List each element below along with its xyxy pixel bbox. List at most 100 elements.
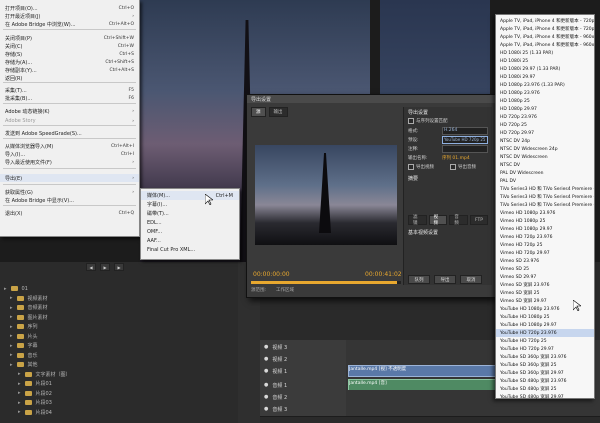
queue-button[interactable]: 队列: [408, 275, 430, 284]
expand-chevron-icon[interactable]: ▸: [10, 314, 13, 320]
file-menu-item[interactable]: 从媒体浏览器导入(M) Ctrl+Alt+I: [0, 142, 139, 150]
preset-option[interactable]: Vimeo SD 23.976: [496, 257, 594, 265]
preset-option[interactable]: YouTube SD 360p 宽屏 25: [496, 361, 594, 369]
project-item[interactable]: ▸ 图片素材: [10, 313, 48, 322]
preset-option[interactable]: Vimeo SD 宽屏 23.976: [496, 281, 594, 289]
preset-option[interactable]: HD 1080p 25: [496, 97, 594, 105]
preset-option[interactable]: NTSC DV: [496, 161, 594, 169]
file-menu-item[interactable]: 导入(I)... Ctrl+I: [0, 150, 139, 158]
preset-option[interactable]: YouTube SD 480p 宽屏 25: [496, 385, 594, 393]
preset-option[interactable]: YouTube HD 1080p 29.97: [496, 321, 594, 329]
file-menu-item[interactable]: 发送到 Adobe SpeedGrade(S)...: [0, 129, 139, 137]
export-submenu-item[interactable]: Final Cut Pro XML...: [141, 245, 239, 254]
export-submenu-item[interactable]: EDL...: [141, 218, 239, 227]
preset-option[interactable]: HD 720p 29.97: [496, 129, 594, 137]
preset-option[interactable]: YouTube SD 360p 宽屏 29.97: [496, 369, 594, 377]
expand-chevron-icon[interactable]: ▸: [10, 343, 13, 349]
expand-chevron-icon[interactable]: ▸: [10, 324, 13, 330]
export-video-checkbox[interactable]: [408, 164, 414, 170]
file-menu-item[interactable]: 关闭(C) Ctrl+W: [0, 42, 139, 50]
file-menu-item[interactable]: 导入最近使用文件(F) ›: [0, 158, 139, 166]
expand-chevron-icon[interactable]: ▸: [18, 400, 21, 406]
file-menu-item[interactable]: 关闭项目(P) Ctrl+Shift+W: [0, 34, 139, 42]
expand-chevron-icon[interactable]: ▸: [18, 371, 21, 377]
export-button[interactable]: 导出: [434, 275, 456, 284]
preset-option[interactable]: Apple TV, iPad, iPhone 4 和更新版本 - 720p 25: [496, 17, 594, 25]
project-item[interactable]: ▸ 片段04: [18, 408, 52, 417]
expand-chevron-icon[interactable]: ▸: [10, 305, 13, 311]
preset-option[interactable]: NTSC DV 24p: [496, 137, 594, 145]
expand-chevron-icon[interactable]: ▸: [4, 286, 7, 292]
scrub-bar[interactable]: [251, 281, 401, 284]
preset-option[interactable]: PAL DV: [496, 177, 594, 185]
preset-option[interactable]: YouTube SD 360p 宽屏 23.976: [496, 353, 594, 361]
preset-option[interactable]: Apple TV, iPad, iPhone 4 和更新版本 - 720p 29…: [496, 25, 594, 33]
preset-option[interactable]: HD 720p 23.976: [496, 113, 594, 121]
preset-option[interactable]: HD 1080i 25: [496, 57, 594, 65]
preset-option[interactable]: HD 1080p 29.97: [496, 105, 594, 113]
preset-option[interactable]: HD 1080p 23.976 (1.33 PAR): [496, 81, 594, 89]
export-submenu-item[interactable]: OMF...: [141, 227, 239, 236]
project-item[interactable]: ▸ 片段03: [18, 398, 52, 407]
preset-option[interactable]: NTSC DV Widescreen 24p: [496, 145, 594, 153]
preset-option[interactable]: NTSC DV Widescreen: [496, 153, 594, 161]
file-menu-item[interactable]: 导出(E) ›: [0, 174, 139, 182]
project-item[interactable]: ▸ 其他: [10, 360, 38, 369]
preset-option[interactable]: HD 1080i 29.97: [496, 73, 594, 81]
eye-icon[interactable]: ●: [264, 344, 268, 350]
file-menu-item[interactable]: 返回(R): [0, 74, 139, 82]
expand-chevron-icon[interactable]: ▸: [10, 352, 13, 358]
project-item[interactable]: ▸ 片头: [10, 332, 38, 341]
preset-option[interactable]: YouTube HD 1080p 25: [496, 313, 594, 321]
preset-option[interactable]: HD 1080p 23.976: [496, 89, 594, 97]
timeline-track[interactable]: ● 音频 3: [260, 402, 600, 417]
file-menu-item[interactable]: 存储为(A)... Ctrl+Shift+S: [0, 58, 139, 66]
preset-option[interactable]: Vimeo HD 720p 25: [496, 241, 594, 249]
preset-option[interactable]: TiVo Series3 HD 和 TiVo Series4 Premiere …: [496, 185, 594, 193]
expand-chevron-icon[interactable]: ▸: [18, 390, 21, 396]
output-name-link[interactable]: 序列 01.mp4: [442, 155, 470, 161]
speaker-icon[interactable]: ●: [264, 394, 268, 400]
match-sequence-checkbox[interactable]: [408, 118, 414, 124]
file-menu-item[interactable]: 退出(X) Ctrl+Q: [0, 209, 139, 217]
play-button[interactable]: ▶: [100, 263, 110, 271]
preset-option[interactable]: Vimeo SD 25: [496, 265, 594, 273]
preset-option[interactable]: YouTube HD 720p 25: [496, 337, 594, 345]
tab-output[interactable]: 输出: [268, 107, 288, 117]
tab-audio[interactable]: 音频: [449, 215, 469, 226]
expand-chevron-icon[interactable]: ▸: [10, 362, 13, 368]
source-range-value[interactable]: 工作区域: [276, 287, 294, 294]
file-menu-item[interactable]: 存储(S) Ctrl+S: [0, 50, 139, 58]
speaker-icon[interactable]: ●: [264, 382, 268, 388]
project-item[interactable]: ▸ 片段01: [18, 379, 52, 388]
expand-chevron-icon[interactable]: ▸: [18, 409, 21, 415]
file-menu-item[interactable]: 打开最近项目(J) ›: [0, 12, 139, 20]
step-forward-button[interactable]: ▶: [114, 263, 124, 271]
preset-option[interactable]: TiVo Series3 HD 和 TiVo Series4 Premiere …: [496, 193, 594, 201]
project-item[interactable]: ▸ 音频素材: [10, 303, 48, 312]
preset-option[interactable]: Vimeo HD 720p 29.97: [496, 249, 594, 257]
preset-option[interactable]: YouTube HD 720p 29.97: [496, 345, 594, 353]
export-audio-checkbox[interactable]: [450, 164, 456, 170]
file-menu-item[interactable]: 存储副本(Y)... Ctrl+Alt+S: [0, 66, 139, 74]
preset-option[interactable]: HD 1080i 29.97 (1.33 PAR): [496, 65, 594, 73]
speaker-icon[interactable]: ●: [264, 406, 268, 412]
step-back-button[interactable]: ◀: [86, 263, 96, 271]
eye-icon[interactable]: ●: [264, 356, 268, 362]
file-menu-item[interactable]: Adobe Story ›: [0, 117, 139, 125]
project-item[interactable]: ▸ 01: [4, 284, 28, 293]
preset-option[interactable]: Apple TV, iPad, iPhone 4 和更新版本 - 960x540…: [496, 41, 594, 49]
eye-icon[interactable]: ●: [264, 368, 268, 374]
preset-option[interactable]: Vimeo HD 720p 23.976: [496, 233, 594, 241]
project-item[interactable]: ▸ 字幕: [10, 341, 38, 350]
preset-option[interactable]: Vimeo HD 1080p 23.976: [496, 209, 594, 217]
project-item[interactable]: ▸ 视频素材: [10, 294, 48, 303]
comment-input[interactable]: [442, 145, 488, 153]
file-menu-item[interactable]: Adobe 动态链接(K) ›: [0, 107, 139, 115]
export-submenu-item[interactable]: 字幕(I)...: [141, 200, 239, 209]
export-submenu-item[interactable]: AAF...: [141, 236, 239, 245]
preset-option[interactable]: YouTube HD 720p 23.976: [496, 329, 594, 337]
preset-option[interactable]: TiVo Series3 HD 和 TiVo Series4 Premiere …: [496, 201, 594, 209]
tab-filters[interactable]: 滤镜: [408, 215, 427, 226]
cancel-button[interactable]: 取消: [460, 275, 482, 284]
